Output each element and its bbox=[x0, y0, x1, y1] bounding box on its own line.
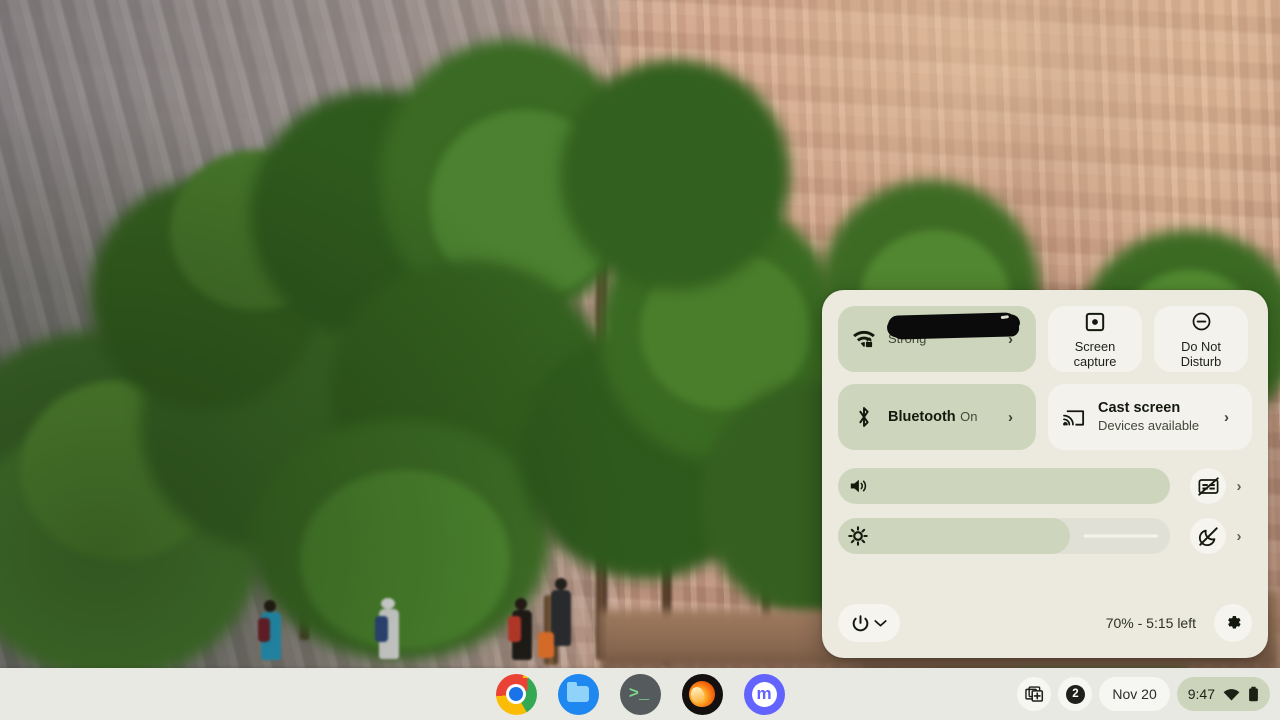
app-icon-mastodon[interactable]: m bbox=[743, 673, 785, 715]
quick-settings-row-2: Bluetooth On › Cast screen Devices avail… bbox=[838, 384, 1252, 450]
settings-button[interactable] bbox=[1214, 604, 1252, 642]
brightness-slider-row: › bbox=[838, 518, 1252, 554]
quick-settings-row-1: Strong › Screen capture Do Not Disturb bbox=[838, 306, 1252, 372]
quick-settings-bottom-bar: 70% - 5:15 left bbox=[838, 604, 1252, 642]
battery-status-text: 70% - 5:15 left bbox=[1105, 615, 1196, 631]
network-tile[interactable]: Strong › bbox=[838, 306, 1036, 372]
shelf-date: Nov 20 bbox=[1112, 686, 1157, 702]
quick-settings-panel: Strong › Screen capture Do Not Disturb B… bbox=[822, 290, 1268, 658]
bluetooth-chevron-icon: › bbox=[1008, 408, 1013, 426]
cast-screen-chevron-icon: › bbox=[1224, 408, 1229, 426]
power-icon bbox=[851, 614, 870, 633]
shelf: >_ m 2 Nov 20 9:47 bbox=[0, 668, 1280, 720]
app-icon-flame-app[interactable] bbox=[681, 673, 723, 715]
do-not-disturb-label-line2: Disturb bbox=[1180, 353, 1222, 369]
gear-icon bbox=[1223, 613, 1243, 633]
network-tile-text: Strong bbox=[888, 330, 1008, 348]
network-signal-strength: Strong bbox=[888, 331, 927, 346]
wifi-icon bbox=[1223, 688, 1240, 701]
new-desk-icon bbox=[1025, 685, 1044, 704]
power-chevron-down-icon bbox=[874, 619, 887, 628]
terminal-prompt-icon: >_ bbox=[628, 684, 650, 704]
do-not-disturb-tile[interactable]: Do Not Disturb bbox=[1154, 306, 1248, 372]
battery-icon bbox=[1248, 686, 1259, 702]
volume-settings-chevron-icon[interactable]: › bbox=[1226, 478, 1252, 495]
app-icon-files[interactable] bbox=[557, 673, 599, 715]
volume-up-icon bbox=[848, 476, 868, 496]
screen-capture-icon bbox=[1083, 310, 1107, 334]
cast-screen-tile-text: Cast screen Devices available bbox=[1098, 399, 1224, 435]
date-tray-button[interactable]: Nov 20 bbox=[1099, 677, 1170, 711]
cast-screen-status: Devices available bbox=[1098, 418, 1200, 433]
volume-slider-row: › bbox=[838, 468, 1252, 504]
app-icon-terminal[interactable]: >_ bbox=[619, 673, 661, 715]
bluetooth-tile[interactable]: Bluetooth On › bbox=[838, 384, 1036, 450]
chrome-inner-blue bbox=[509, 687, 523, 701]
cast-screen-title: Cast screen bbox=[1098, 400, 1181, 416]
notification-counter-button[interactable]: 2 bbox=[1058, 677, 1093, 711]
screen-capture-label-line2: capture bbox=[1073, 353, 1117, 369]
bluetooth-icon bbox=[852, 406, 876, 428]
bluetooth-title: Bluetooth bbox=[888, 409, 956, 425]
network-chevron-icon: › bbox=[1008, 330, 1013, 348]
wifi-locked-icon bbox=[852, 329, 876, 349]
brightness-icon bbox=[848, 526, 868, 546]
do-not-disturb-label-line1: Do Not bbox=[1181, 338, 1221, 354]
shelf-app-icons: >_ m bbox=[495, 673, 785, 715]
bluetooth-tile-text: Bluetooth On bbox=[888, 408, 1008, 426]
screen-capture-label-line1: Screen bbox=[1074, 338, 1116, 354]
mastodon-circle: m bbox=[751, 681, 777, 707]
cast-screen-tile[interactable]: Cast screen Devices available › bbox=[1048, 384, 1252, 450]
volume-slider[interactable] bbox=[838, 468, 1170, 504]
folder-icon bbox=[567, 682, 589, 702]
bluetooth-state: On bbox=[960, 409, 978, 424]
brightness-slider-track-remainder bbox=[1084, 534, 1158, 538]
notification-count-badge: 2 bbox=[1065, 684, 1085, 704]
screen-capture-tile[interactable]: Screen capture bbox=[1048, 306, 1142, 372]
volume-slider-fill bbox=[838, 468, 1170, 504]
night-light-off-icon bbox=[1198, 526, 1219, 547]
night-light-off-button[interactable] bbox=[1190, 518, 1226, 554]
brightness-slider[interactable] bbox=[838, 518, 1170, 554]
do-not-disturb-icon bbox=[1189, 310, 1213, 334]
mastodon-glyph-icon: m bbox=[756, 683, 772, 703]
new-desk-button[interactable] bbox=[1017, 677, 1052, 711]
power-button[interactable] bbox=[838, 604, 900, 642]
closed-caption-off-button[interactable] bbox=[1190, 468, 1226, 504]
shelf-time: 9:47 bbox=[1187, 686, 1215, 702]
brightness-slider-fill bbox=[838, 518, 1071, 554]
shelf-status-area: 2 Nov 20 9:47 bbox=[1017, 677, 1270, 711]
cast-icon bbox=[1062, 407, 1086, 427]
app-icon-chrome[interactable] bbox=[495, 673, 537, 715]
night-light-settings-chevron-icon[interactable]: › bbox=[1226, 528, 1252, 545]
system-tray-button[interactable]: 9:47 bbox=[1176, 677, 1270, 711]
closed-caption-off-icon bbox=[1197, 476, 1219, 496]
